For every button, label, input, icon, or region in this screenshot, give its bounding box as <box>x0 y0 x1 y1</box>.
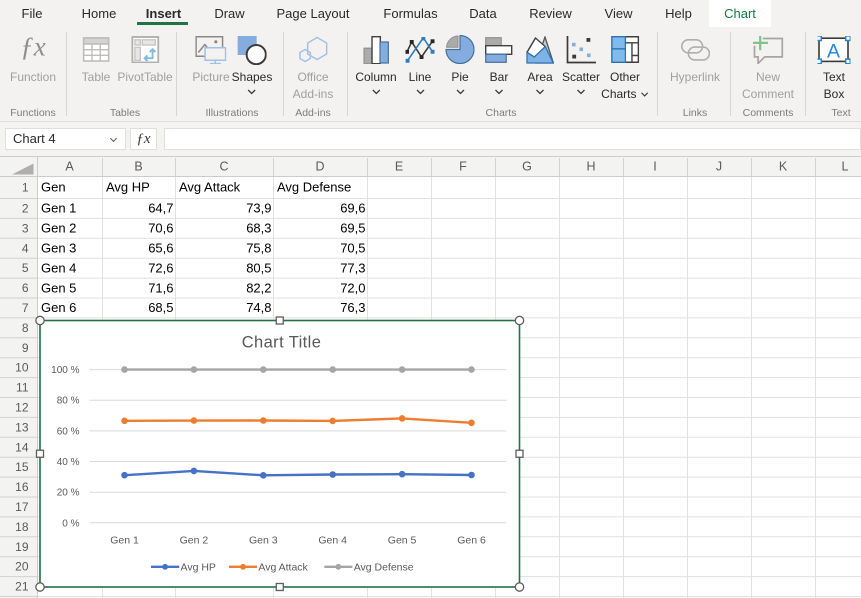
svg-text:C: C <box>219 160 228 174</box>
svg-text:40 %: 40 % <box>57 457 80 468</box>
svg-text:3: 3 <box>22 221 29 235</box>
svg-text:J: J <box>716 160 722 174</box>
svg-text:Gen 1: Gen 1 <box>41 201 76 216</box>
svg-text:68,3: 68,3 <box>246 221 271 236</box>
svg-text:K: K <box>779 160 788 174</box>
svg-text:0 %: 0 % <box>62 518 79 529</box>
svg-text:8: 8 <box>22 321 29 335</box>
svg-text:D: D <box>315 160 324 174</box>
svg-text:5: 5 <box>22 261 29 275</box>
svg-text:72,0: 72,0 <box>340 280 365 295</box>
svg-text:68,5: 68,5 <box>148 300 173 315</box>
svg-text:76,3: 76,3 <box>340 300 365 315</box>
svg-text:19: 19 <box>15 540 29 554</box>
svg-text:Gen 3: Gen 3 <box>41 240 76 255</box>
svg-text:Gen 2: Gen 2 <box>180 535 209 547</box>
svg-text:70,6: 70,6 <box>148 221 173 236</box>
svg-text:80,5: 80,5 <box>246 260 271 275</box>
svg-text:Gen 6: Gen 6 <box>457 535 486 547</box>
svg-text:18: 18 <box>15 520 29 534</box>
svg-text:1: 1 <box>22 181 29 195</box>
svg-text:12: 12 <box>15 400 29 414</box>
svg-text:75,8: 75,8 <box>246 240 271 255</box>
svg-text:Gen 5: Gen 5 <box>388 535 417 547</box>
svg-text:B: B <box>134 160 142 174</box>
svg-text:7: 7 <box>22 301 29 315</box>
svg-text:F: F <box>459 160 467 174</box>
svg-text:A: A <box>827 40 840 62</box>
svg-text:Avg Defense: Avg Defense <box>277 180 351 195</box>
svg-text:70,5: 70,5 <box>340 240 365 255</box>
svg-text:I: I <box>653 160 656 174</box>
svg-text:17: 17 <box>15 500 29 514</box>
svg-text:9: 9 <box>22 341 29 355</box>
svg-text:Avg Attack: Avg Attack <box>258 562 308 574</box>
svg-text:E: E <box>395 160 403 174</box>
svg-text:74,8: 74,8 <box>246 300 271 315</box>
svg-text:73,9: 73,9 <box>246 201 271 216</box>
svg-text:82,2: 82,2 <box>246 280 271 295</box>
svg-text:71,6: 71,6 <box>148 280 173 295</box>
svg-text:60 %: 60 % <box>57 426 80 437</box>
svg-text:A: A <box>65 160 74 174</box>
svg-text:65,6: 65,6 <box>148 240 173 255</box>
svg-text:80 %: 80 % <box>57 396 80 407</box>
svg-text:Gen 5: Gen 5 <box>41 280 76 295</box>
svg-text:14: 14 <box>15 440 29 454</box>
svg-text:6: 6 <box>22 281 29 295</box>
svg-text:H: H <box>586 160 595 174</box>
svg-text:Gen 4: Gen 4 <box>318 535 347 547</box>
svg-text:69,6: 69,6 <box>340 201 365 216</box>
svg-text:Gen 3: Gen 3 <box>249 535 278 547</box>
svg-text:Avg HP: Avg HP <box>181 562 216 574</box>
svg-text:L: L <box>842 160 849 174</box>
svg-text:Chart Title: Chart Title <box>242 334 322 352</box>
svg-text:20: 20 <box>15 560 29 574</box>
svg-text:Gen: Gen <box>41 180 66 195</box>
svg-text:G: G <box>522 160 532 174</box>
svg-text:72,6: 72,6 <box>148 260 173 275</box>
svg-text:77,3: 77,3 <box>340 260 365 275</box>
svg-text:16: 16 <box>15 480 29 494</box>
svg-text:Avg HP: Avg HP <box>106 180 150 195</box>
svg-text:Gen 2: Gen 2 <box>41 221 76 236</box>
svg-text:21: 21 <box>15 580 29 594</box>
svg-text:10: 10 <box>15 361 29 375</box>
svg-text:ƒx: ƒx <box>20 36 46 62</box>
svg-text:20 %: 20 % <box>57 488 80 499</box>
svg-text:2: 2 <box>22 201 29 215</box>
svg-text:11: 11 <box>16 381 29 395</box>
svg-text:13: 13 <box>15 420 29 434</box>
svg-text:Gen 4: Gen 4 <box>41 260 76 275</box>
svg-text:4: 4 <box>22 241 29 255</box>
svg-text:64,7: 64,7 <box>148 201 173 216</box>
svg-text:Gen 1: Gen 1 <box>110 535 139 547</box>
svg-text:100 %: 100 % <box>51 365 79 376</box>
svg-text:69,5: 69,5 <box>340 221 365 236</box>
svg-text:Avg Defense: Avg Defense <box>354 562 414 574</box>
svg-text:15: 15 <box>15 460 29 474</box>
svg-text:Avg Attack: Avg Attack <box>179 180 241 195</box>
svg-text:Gen 6: Gen 6 <box>41 300 76 315</box>
